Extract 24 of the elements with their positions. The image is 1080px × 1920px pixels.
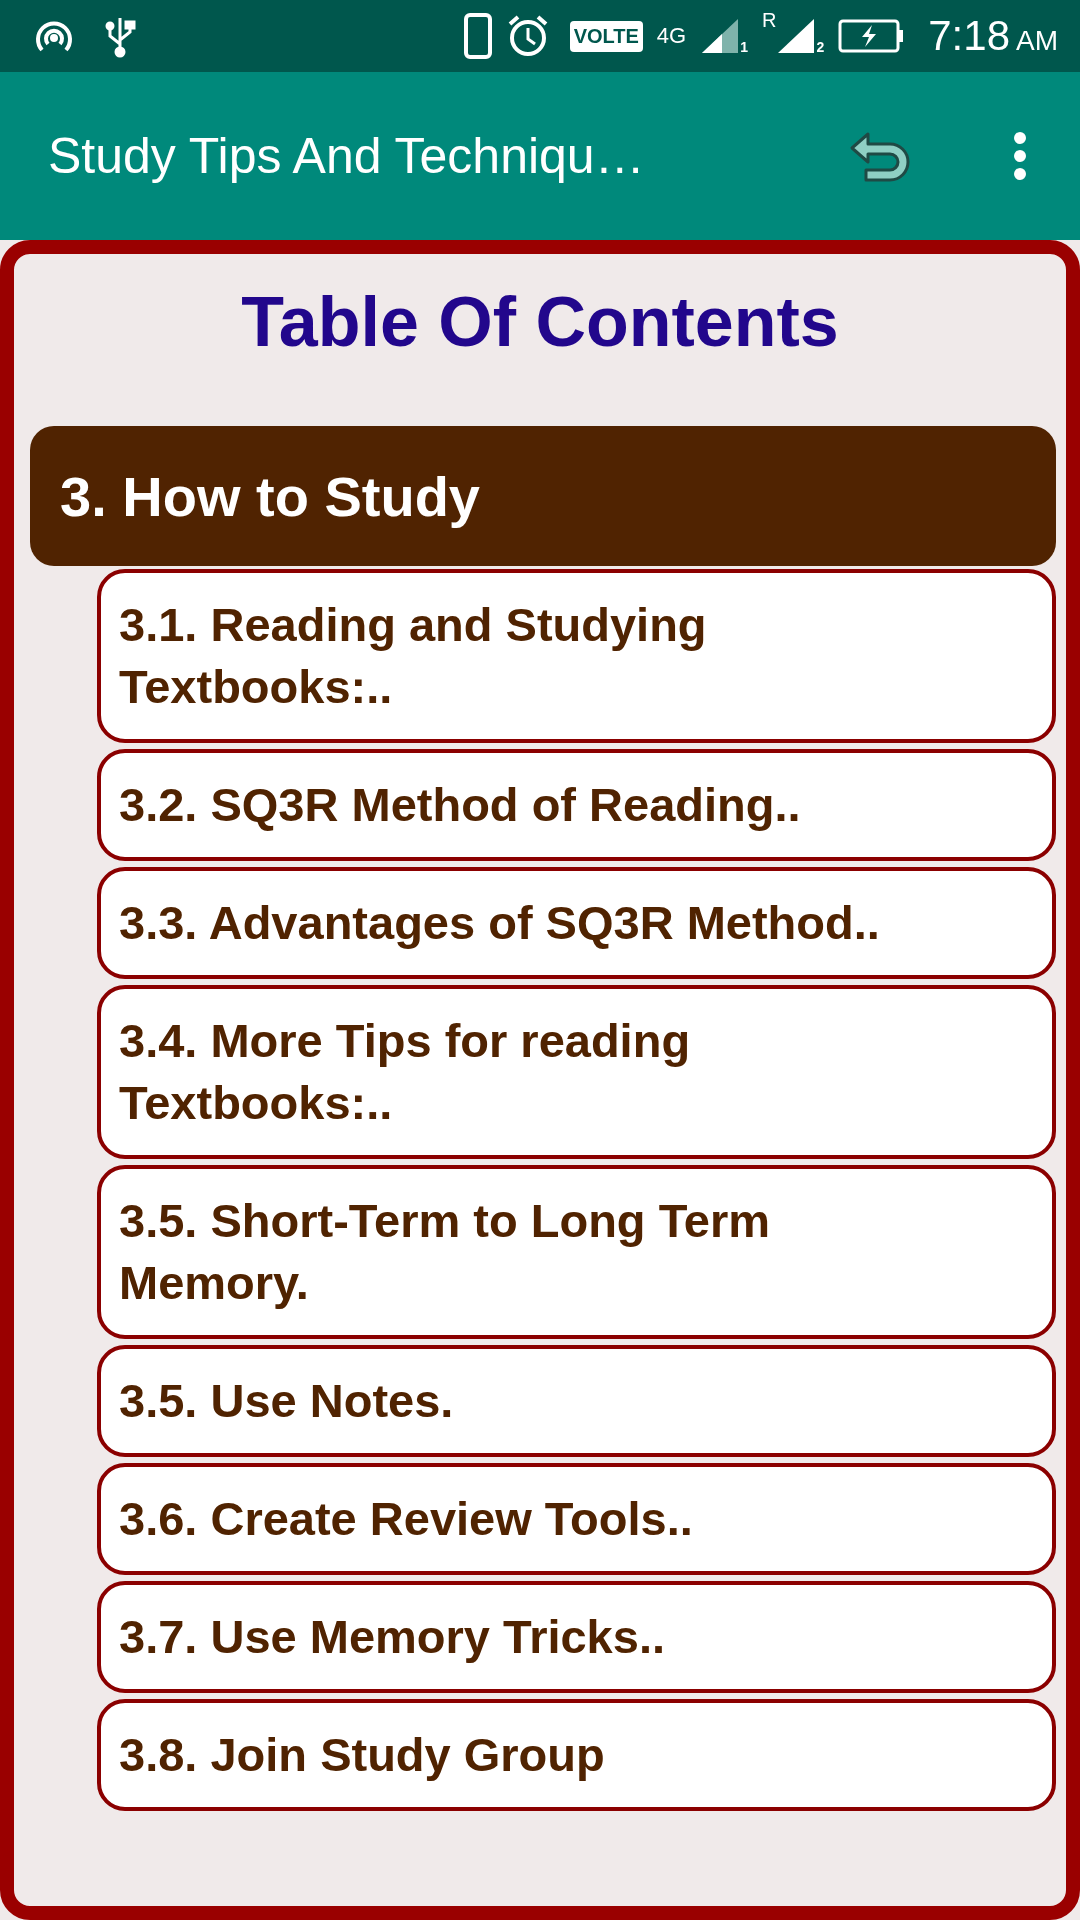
contents-item[interactable]: 3.2. SQ3R Method of Reading.. — [97, 749, 1056, 861]
contents-item[interactable]: 3.8. Join Study Group — [97, 1699, 1056, 1811]
signal-icon — [776, 17, 817, 55]
roaming-indicator: R — [762, 9, 777, 32]
network-type: 4G — [656, 23, 687, 49]
clock-period: AM — [1016, 25, 1058, 57]
contents-item[interactable]: 3.6. Create Review Tools.. — [97, 1463, 1056, 1575]
sim-number: 2 — [816, 39, 825, 55]
contents-item[interactable]: 3.3. Advantages of SQ3R Method.. — [97, 867, 1056, 979]
contents-item[interactable]: 3.7. Use Memory Tricks.. — [97, 1581, 1056, 1693]
battery-charging-icon — [838, 19, 905, 53]
volte-badge: VOLTE — [569, 20, 643, 52]
section-header[interactable]: 3. How to Study — [30, 426, 1056, 566]
contents-item[interactable]: 3.5. Use Notes. — [97, 1345, 1056, 1457]
more-options-icon[interactable] — [1012, 131, 1028, 181]
contents-item[interactable]: 3.5. Short-Term to Long Term Memory. — [97, 1165, 1056, 1339]
app-title: Study Tips And Techniqu… — [48, 127, 646, 185]
page-heading: Table Of Contents — [241, 282, 839, 363]
clock-time: 7:18 — [928, 12, 1010, 60]
signal-icon — [700, 17, 741, 55]
contents-item[interactable]: 3.4. More Tips for reading Textbooks:.. — [97, 985, 1056, 1159]
contents-item[interactable]: 3.1. Reading and Studying Textbooks:.. — [97, 569, 1056, 743]
sim-number: 1 — [740, 39, 748, 55]
phone-icon — [463, 13, 492, 59]
